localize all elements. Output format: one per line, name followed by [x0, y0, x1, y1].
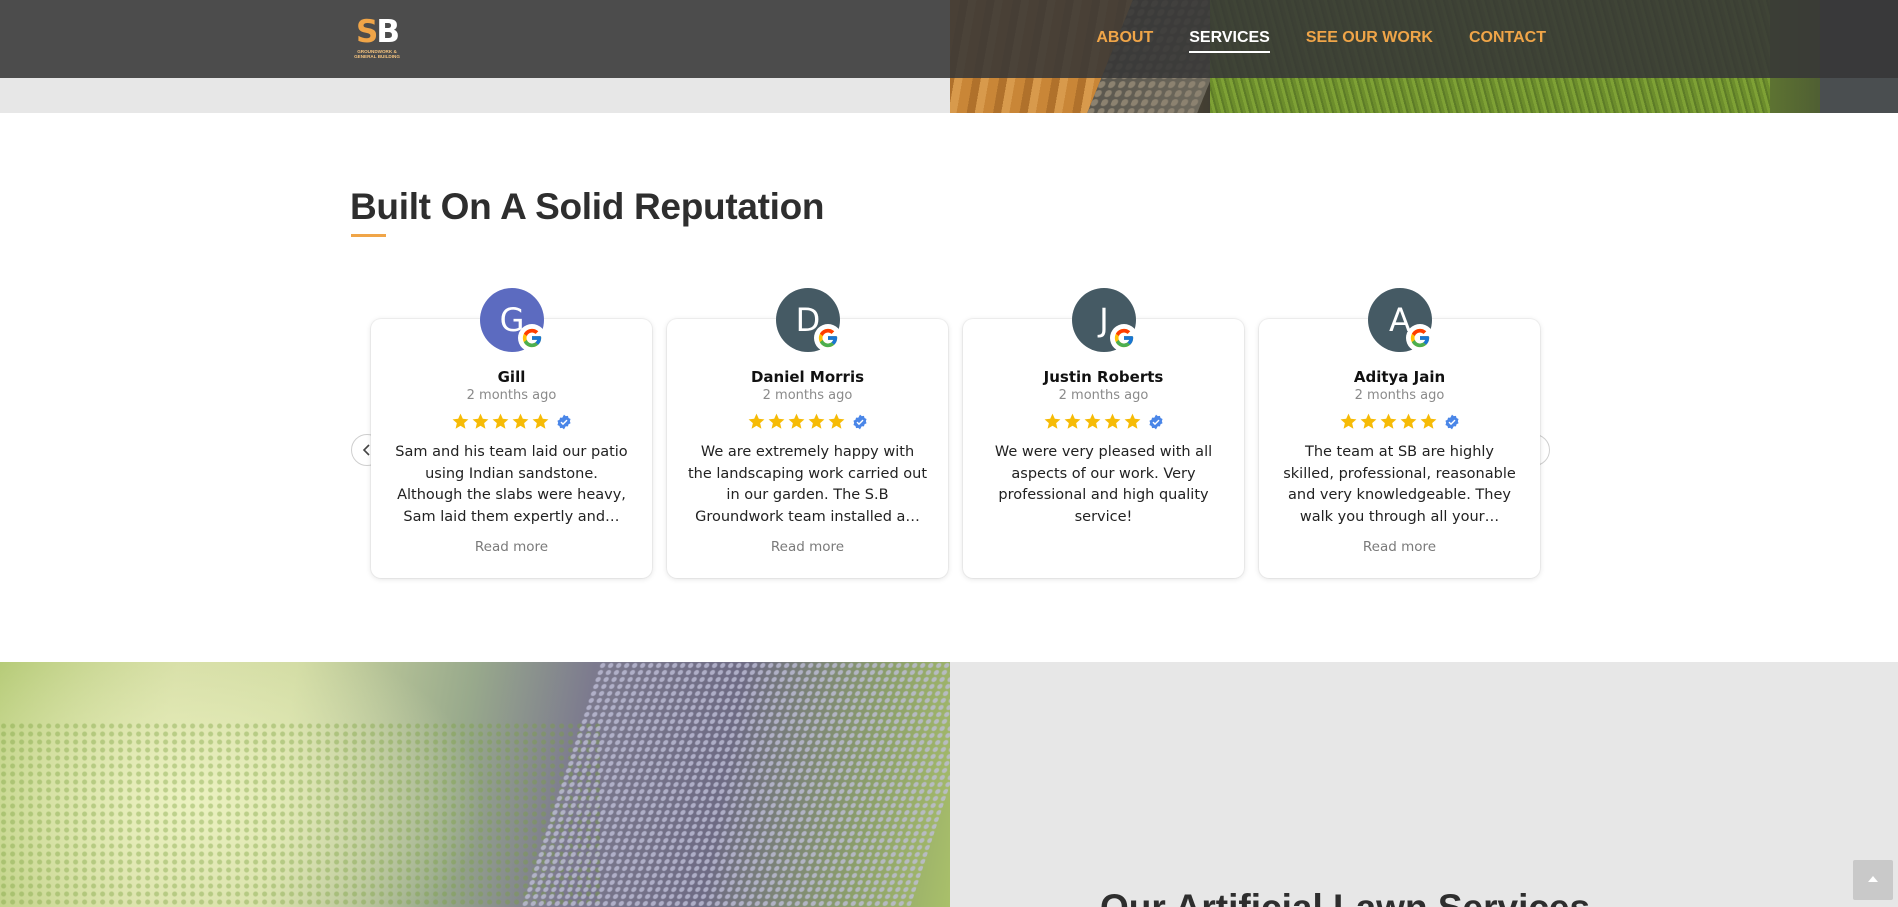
- reviewer-avatar: A: [1368, 288, 1434, 352]
- page: SB GROUNDWORK & GENERAL BUILDING ABOUT S…: [0, 0, 1898, 907]
- read-more-link[interactable]: Read more: [371, 539, 652, 555]
- review-date: 2 months ago: [1354, 388, 1445, 403]
- logo-subtitle: GROUNDWORK & GENERAL BUILDING: [354, 49, 400, 59]
- star-rating: [963, 412, 1244, 431]
- review-text: We are extremely happy with the landscap…: [687, 444, 928, 525]
- star-icon: [1104, 413, 1121, 429]
- star-icon: [1380, 413, 1397, 429]
- site-logo[interactable]: SB GROUNDWORK & GENERAL BUILDING: [350, 14, 402, 60]
- nav-see-our-work[interactable]: SEE OUR WORK: [1306, 29, 1433, 53]
- star-icon: [1124, 413, 1141, 429]
- star-icon: [1084, 413, 1101, 429]
- review-date: 2 months ago: [466, 388, 557, 403]
- star-rating: [1259, 412, 1540, 431]
- star-icon: [1420, 413, 1437, 429]
- nav-about[interactable]: ABOUT: [1096, 29, 1153, 53]
- star-icon: [748, 413, 765, 429]
- star-icon: [452, 413, 469, 429]
- star-icon: [492, 413, 509, 429]
- verified-icon: [1445, 414, 1459, 429]
- review-card: Justin Roberts 2 months ago We were very…: [963, 319, 1244, 578]
- logo-letter-s: S: [356, 14, 378, 50]
- review-text: We were very pleased with all aspects of…: [994, 444, 1213, 525]
- verified-icon: [1149, 414, 1163, 429]
- main-nav: ABOUT SERVICES SEE OUR WORK CONTACT: [1096, 29, 1546, 53]
- google-icon: [1110, 324, 1138, 352]
- review-date: 2 months ago: [1058, 388, 1149, 403]
- title-underline: [351, 234, 386, 237]
- star-icon: [1340, 413, 1357, 429]
- review-card: Aditya Jain 2 months ago The team at SB …: [1259, 319, 1540, 578]
- reviewer-avatar: J: [1072, 288, 1138, 352]
- logo-letter-b: B: [376, 14, 400, 50]
- reviewer-name: Daniel Morris: [750, 368, 865, 386]
- star-icon: [512, 413, 529, 429]
- star-icon: [532, 413, 549, 429]
- reviewer-name: Justin Roberts: [1043, 368, 1164, 386]
- review-card: Daniel Morris 2 months ago We are extrem…: [667, 319, 948, 578]
- star-icon: [1044, 413, 1061, 429]
- star-icon: [1064, 413, 1081, 429]
- google-icon: [1406, 324, 1434, 352]
- verified-icon: [853, 414, 867, 429]
- nav-services[interactable]: SERVICES: [1189, 29, 1270, 53]
- review-date: 2 months ago: [762, 388, 853, 403]
- review-text: The team at SB are highly skilled, profe…: [1283, 444, 1516, 525]
- reviewer-avatar: D: [776, 288, 842, 352]
- verified-icon: [557, 414, 571, 429]
- reviewer-name: Gill: [497, 368, 526, 386]
- reviewer-name: Aditya Jain: [1353, 368, 1446, 386]
- star-rating: [371, 412, 652, 431]
- scroll-to-top-button[interactable]: [1853, 860, 1893, 900]
- star-icon: [808, 413, 825, 429]
- google-icon: [814, 324, 842, 352]
- star-rating: [667, 412, 948, 431]
- star-icon: [1360, 413, 1377, 429]
- review-card: Gill 2 months ago Sam and his team laid …: [371, 319, 652, 578]
- nav-contact[interactable]: CONTACT: [1469, 29, 1546, 53]
- services-panel: [950, 662, 1898, 907]
- star-icon: [828, 413, 845, 429]
- arrow-up-icon: [1868, 876, 1878, 882]
- star-icon: [768, 413, 785, 429]
- read-more-link[interactable]: Read more: [667, 539, 948, 555]
- top-navbar: SB GROUNDWORK & GENERAL BUILDING ABOUT S…: [0, 0, 1898, 78]
- reviewer-avatar: G: [480, 288, 546, 352]
- reviews-carousel: Gill 2 months ago Sam and his team laid …: [350, 285, 1550, 585]
- artificial-lawn-image: [0, 662, 950, 907]
- hero-strip: SB GROUNDWORK & GENERAL BUILDING ABOUT S…: [0, 0, 1898, 113]
- services-title: Our Artificial Lawn Services: [1100, 887, 1590, 907]
- read-more-link[interactable]: Read more: [1259, 539, 1540, 555]
- review-text: Sam and his team laid our patio using In…: [395, 444, 628, 525]
- google-icon: [518, 324, 546, 352]
- star-icon: [472, 413, 489, 429]
- star-icon: [788, 413, 805, 429]
- section-title: Built On A Solid Reputation: [350, 186, 825, 227]
- star-icon: [1400, 413, 1417, 429]
